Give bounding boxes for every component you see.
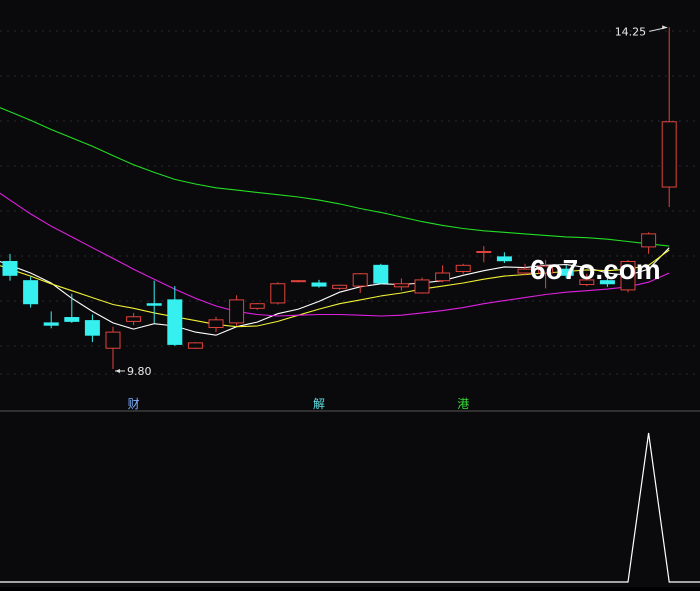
candle-body-up <box>208 319 224 329</box>
candle <box>373 263 389 284</box>
candle-body-up <box>229 299 245 324</box>
candle-body-up <box>661 121 677 188</box>
indicator-panel <box>0 432 700 583</box>
candle <box>393 278 409 291</box>
candle <box>105 326 121 369</box>
event-marker: 港 <box>457 397 469 411</box>
candle-body-up <box>455 264 471 272</box>
candle <box>290 279 306 283</box>
candle <box>2 253 18 281</box>
candle <box>332 284 348 290</box>
candle-body-down <box>373 264 389 284</box>
candle-body-up <box>476 251 492 254</box>
candle <box>311 279 327 288</box>
annotation-labels: 14.25 9.80 财 解 港 <box>115 25 668 411</box>
candle-body-up <box>105 331 121 349</box>
candle-body-up <box>249 303 265 309</box>
candle <box>455 263 471 274</box>
stock-chart-panel: 14.25 9.80 财 解 港 6o7o.com <box>0 0 700 587</box>
candle <box>126 312 142 326</box>
candle-body-up <box>414 279 430 294</box>
candle-body-up <box>435 272 451 282</box>
candle <box>641 232 657 254</box>
candle-body-down <box>496 256 512 262</box>
low-price-label: 9.80 <box>127 365 152 378</box>
candle-body-up <box>352 273 368 287</box>
candle-body-up <box>393 283 409 288</box>
candle <box>352 273 368 293</box>
candle <box>249 302 265 310</box>
candle <box>414 277 430 294</box>
candle <box>23 276 39 308</box>
candle <box>187 342 203 350</box>
candle-body-up <box>270 283 286 304</box>
candle <box>146 280 162 323</box>
candle-body-up <box>641 233 657 248</box>
high-price-label: 14.25 <box>615 25 647 38</box>
candle <box>84 314 100 343</box>
low-arrow-head <box>115 368 120 373</box>
candle-body-up <box>126 316 142 322</box>
candle-body-down <box>167 299 183 345</box>
candle <box>229 295 245 326</box>
candle <box>270 282 286 305</box>
watermark: 6o7o.com <box>530 254 661 285</box>
candle-body-down <box>64 317 80 322</box>
candle-body-up <box>332 284 348 289</box>
candle <box>43 311 59 329</box>
candle <box>496 252 512 264</box>
ma-line-ma_longest <box>0 107 670 247</box>
candle-body-down <box>2 260 18 276</box>
candle-body-down <box>84 320 100 336</box>
candlestick-chart: 14.25 9.80 财 解 港 <box>0 25 700 583</box>
high-arrow-head <box>662 25 668 30</box>
candle <box>64 293 80 323</box>
candle <box>476 246 492 263</box>
candle-body-down <box>43 322 59 326</box>
candle <box>435 265 451 283</box>
grid-lines <box>0 30 700 375</box>
candle-body-up <box>187 342 203 349</box>
candle <box>661 27 677 207</box>
candle-body-down <box>146 303 162 306</box>
event-marker: 财 <box>128 397 140 411</box>
candle <box>208 316 224 333</box>
candle-body-up <box>290 280 306 283</box>
candle-body-down <box>23 280 39 305</box>
indicator-line <box>0 432 700 583</box>
event-marker: 解 <box>313 397 325 411</box>
candle-body-down <box>311 282 327 287</box>
candle <box>167 286 183 346</box>
